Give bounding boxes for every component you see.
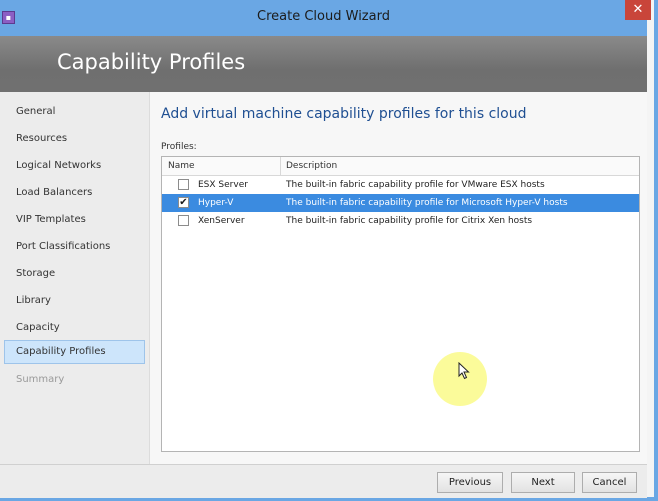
nav-item-storage[interactable]: Storage xyxy=(4,262,145,286)
title-bar: ▪ Create Cloud Wizard ✕ xyxy=(0,0,651,36)
nav-item-logical-networks[interactable]: Logical Networks xyxy=(4,154,145,178)
nav-item-capacity[interactable]: Capacity xyxy=(4,316,145,340)
profiles-label: Profiles: xyxy=(161,142,197,152)
nav-item-capability-profiles[interactable]: Capability Profiles xyxy=(4,340,145,364)
row-checkbox[interactable] xyxy=(178,179,189,190)
table-row[interactable]: XenServer The built-in fabric capability… xyxy=(162,212,639,230)
nav-item-resources[interactable]: Resources xyxy=(4,127,145,151)
nav-item-summary: Summary xyxy=(16,374,65,385)
nav-item-library[interactable]: Library xyxy=(4,289,145,313)
table-row[interactable]: ✔ Hyper-V The built-in fabric capability… xyxy=(162,194,639,212)
table-row[interactable]: ESX Server The built-in fabric capabilit… xyxy=(162,176,639,194)
close-button[interactable]: ✕ xyxy=(625,0,651,20)
profile-description: The built-in fabric capability profile f… xyxy=(286,198,568,208)
next-button[interactable]: Next xyxy=(511,472,575,493)
column-header-name[interactable]: Name xyxy=(168,157,195,175)
previous-button[interactable]: Previous xyxy=(437,472,503,493)
column-divider[interactable] xyxy=(280,157,281,175)
main-panel: Add virtual machine capability profiles … xyxy=(150,92,647,464)
grid-header: Name Description xyxy=(162,157,639,176)
mouse-pointer-icon xyxy=(458,362,470,380)
profile-name: XenServer xyxy=(198,216,245,226)
profile-description: The built-in fabric capability profile f… xyxy=(286,180,545,190)
nav-item-vip-templates[interactable]: VIP Templates xyxy=(4,208,145,232)
column-header-description[interactable]: Description xyxy=(286,157,337,175)
section-heading: Add virtual machine capability profiles … xyxy=(161,106,527,122)
wizard-nav: General Resources Logical Networks Load … xyxy=(0,92,150,464)
row-checkbox[interactable]: ✔ xyxy=(178,197,189,208)
nav-item-general[interactable]: General xyxy=(4,100,145,124)
nav-item-load-balancers[interactable]: Load Balancers xyxy=(4,181,145,205)
cancel-button[interactable]: Cancel xyxy=(582,472,637,493)
row-checkbox[interactable] xyxy=(178,215,189,226)
wizard-footer: Previous Next Cancel xyxy=(0,464,647,498)
nav-item-port-classifications[interactable]: Port Classifications xyxy=(4,235,145,259)
window-title: Create Cloud Wizard xyxy=(257,9,390,24)
profile-name: ESX Server xyxy=(198,180,248,190)
profiles-grid: Name Description ESX Server The built-in… xyxy=(161,156,640,452)
header-banner: Capability Profiles xyxy=(0,36,647,92)
page-title: Capability Profiles xyxy=(57,50,246,74)
profile-description: The built-in fabric capability profile f… xyxy=(286,216,533,226)
profile-name: Hyper-V xyxy=(198,198,234,208)
